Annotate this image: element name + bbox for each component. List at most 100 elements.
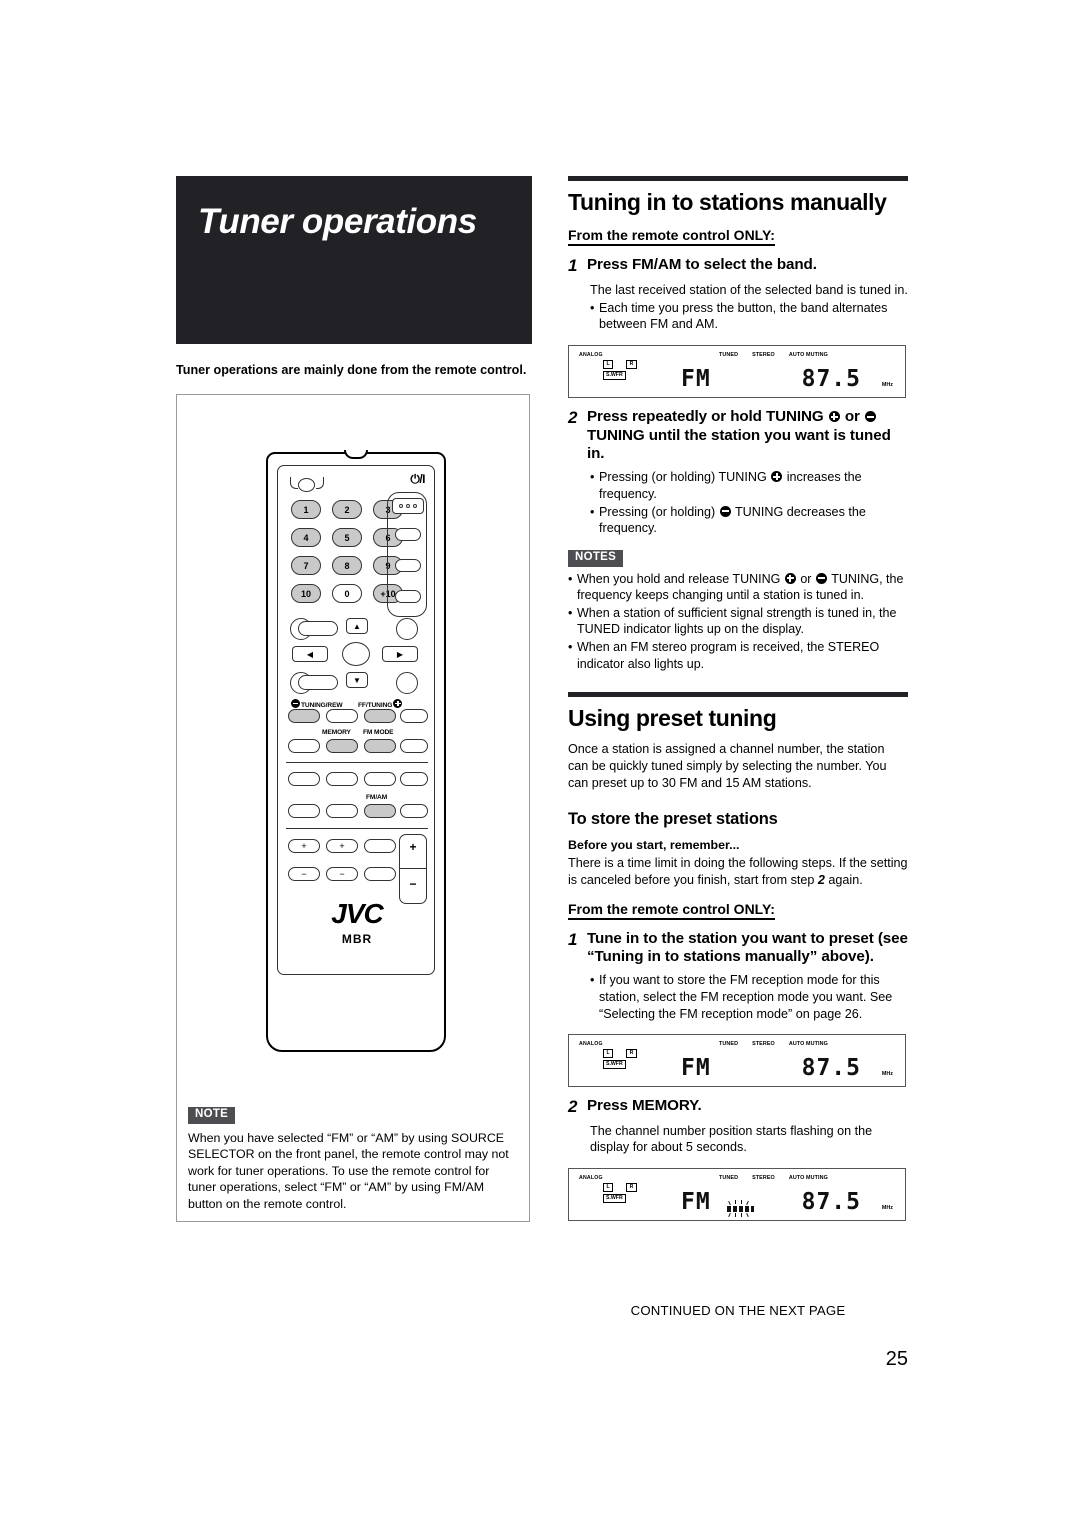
- knob-right-bottom[interactable]: [396, 672, 418, 694]
- display-panel-3: ANALOG L R S.WFR TUNED STEREO AUTO MUTIN…: [568, 1168, 906, 1222]
- row2-button-1[interactable]: [288, 739, 320, 753]
- minus-button-3[interactable]: [364, 867, 396, 881]
- memory-label: MEMORY: [322, 729, 351, 736]
- display-subwoofer-indicator: S.WFR: [603, 1060, 626, 1069]
- circle-minus-icon: [864, 411, 876, 423]
- display-analog-indicator: ANALOG: [579, 352, 603, 359]
- remote-key-0[interactable]: 0: [332, 584, 362, 603]
- display-subwoofer-indicator: S.WFR: [603, 371, 626, 380]
- right-column: Tuning in to stations manually From the …: [568, 176, 908, 1222]
- display-status-indicators: TUNED STEREO AUTO MUTING: [719, 352, 828, 358]
- side-button-2[interactable]: [395, 559, 421, 572]
- remote-key-10[interactable]: 10: [291, 584, 321, 603]
- display-left-channel: L: [603, 1183, 614, 1192]
- step-title: Press FM/AM to select the band.: [587, 256, 817, 274]
- ff-tuning-button[interactable]: [364, 709, 396, 723]
- notes-tag: NOTES: [568, 550, 624, 567]
- minus-button-1[interactable]: −: [288, 867, 320, 881]
- row3-button-1[interactable]: [288, 772, 320, 786]
- display-automuting-indicator: AUTO MUTING: [788, 1175, 828, 1182]
- source-dot-icon: [399, 504, 403, 508]
- step-2-1-body: • If you want to store the FM reception m…: [590, 972, 908, 1022]
- step-1-1: 1 Press FM/AM to select the band.: [568, 256, 908, 276]
- remote-side-column: [387, 492, 427, 617]
- cursor-left-button[interactable]: ◀: [292, 646, 328, 662]
- display-stereo-indicator: STEREO: [752, 1175, 775, 1182]
- fm-mode-button[interactable]: [364, 739, 396, 753]
- display-panel-1: ANALOG L R S.WFR TUNED STEREO AUTO MUTIN…: [568, 345, 906, 399]
- row4-button-4[interactable]: [400, 804, 428, 818]
- display-tuned-indicator: TUNED: [719, 1175, 739, 1182]
- knob-left-bottom-pill[interactable]: [298, 675, 338, 690]
- step-1-2: 2 Press repeatedly or hold TUNING or TUN…: [568, 408, 908, 464]
- display-status-indicators: TUNED STEREO AUTO MUTING: [719, 1041, 828, 1047]
- source-dot-icon: [413, 504, 417, 508]
- row3-button-4[interactable]: [400, 772, 428, 786]
- plus-button-1[interactable]: +: [288, 839, 320, 853]
- before-you-start-text: There is a time limit in doing the follo…: [568, 855, 908, 887]
- tuning-rew-button[interactable]: [288, 709, 320, 723]
- display-frequency: 87.5: [801, 1055, 861, 1082]
- row2-button-4[interactable]: [400, 739, 428, 753]
- continued-notice: CONTINUED ON THE NEXT PAGE: [630, 1303, 846, 1318]
- remote-face-panel: ⏻/I 1 2 3 4 5 6 7 8 9 10 0 +10 ▲ ◀ ▶ ▼ T…: [277, 465, 435, 975]
- display-right-channel: R: [626, 1183, 637, 1192]
- flashing-channel-number-icon: [721, 1200, 761, 1218]
- circle-plus-icon: [771, 471, 783, 483]
- circle-plus-icon: [784, 572, 796, 584]
- display-panel-2: ANALOG L R S.WFR TUNED STEREO AUTO MUTIN…: [568, 1034, 906, 1088]
- fm-am-button[interactable]: [364, 804, 396, 818]
- panel-divider-2: [286, 828, 428, 830]
- section-rule: [568, 692, 908, 698]
- source-selector-button[interactable]: [392, 498, 424, 514]
- step-2-2: 2 Press MEMORY.: [568, 1097, 908, 1117]
- display-left-channel: L: [603, 360, 614, 369]
- note-text: When you have selected “FM” or “AM” by u…: [188, 1130, 509, 1211]
- cursor-up-button[interactable]: ▲: [346, 618, 368, 634]
- remote-key-5[interactable]: 5: [332, 528, 362, 547]
- side-button-3[interactable]: [395, 590, 421, 603]
- fm-mode-label: FM MODE: [363, 729, 394, 736]
- cursor-down-button[interactable]: ▼: [346, 672, 368, 688]
- note-item: When an FM stereo program is received, t…: [577, 640, 880, 671]
- note-box: NOTE When you have selected “FM” or “AM”…: [188, 1104, 520, 1211]
- display-frequency-unit: MHz: [881, 1071, 893, 1078]
- remote-key-8[interactable]: 8: [332, 556, 362, 575]
- remote-key-1[interactable]: 1: [291, 500, 321, 519]
- plus-button-2[interactable]: +: [326, 839, 358, 853]
- step-2-1: 1 Tune in to the station you want to pre…: [568, 930, 908, 967]
- volume-rocker[interactable]: + −: [399, 834, 427, 904]
- minus-button-2[interactable]: −: [326, 867, 358, 881]
- knob-left-top-pill[interactable]: [298, 621, 338, 636]
- play-button[interactable]: [326, 709, 358, 723]
- remote-key-4[interactable]: 4: [291, 528, 321, 547]
- remote-key-7[interactable]: 7: [291, 556, 321, 575]
- display-channel-indicators: L R: [603, 1183, 637, 1192]
- circle-minus-icon: [719, 505, 731, 517]
- chapter-title-block: Tuner operations: [176, 176, 532, 344]
- plus-button-3[interactable]: [364, 839, 396, 853]
- note-item: When a station of sufficient signal stre…: [577, 605, 897, 637]
- row3-button-3[interactable]: [364, 772, 396, 786]
- cursor-right-button[interactable]: ▶: [382, 646, 418, 662]
- step-1-2-body: • Pressing (or holding) TUNING increases…: [590, 469, 908, 537]
- row3-button-2[interactable]: [326, 772, 358, 786]
- stop-button[interactable]: [400, 709, 428, 723]
- fm-am-label: FM/AM: [366, 794, 388, 801]
- display-band: FM: [681, 366, 711, 393]
- side-button-1[interactable]: [395, 528, 421, 541]
- row4-button-2[interactable]: [326, 804, 358, 818]
- before-you-start-label: Before you start, remember...: [568, 837, 740, 852]
- panel-divider-1: [286, 762, 428, 764]
- center-enter-button[interactable]: [342, 642, 370, 666]
- memory-button[interactable]: [326, 739, 358, 753]
- step-title: Press MEMORY.: [587, 1097, 702, 1115]
- note-item: When you hold and release TUNING or TUNI…: [577, 571, 904, 603]
- remote-key-2[interactable]: 2: [332, 500, 362, 519]
- notes-list: • When you hold and release TUNING or TU…: [568, 571, 908, 673]
- display-stereo-indicator: STEREO: [752, 1041, 775, 1048]
- row4-button-1[interactable]: [288, 804, 320, 818]
- display-frequency-unit: MHz: [881, 1205, 893, 1212]
- display-right-channel: R: [626, 360, 637, 369]
- knob-right-top[interactable]: [396, 618, 418, 640]
